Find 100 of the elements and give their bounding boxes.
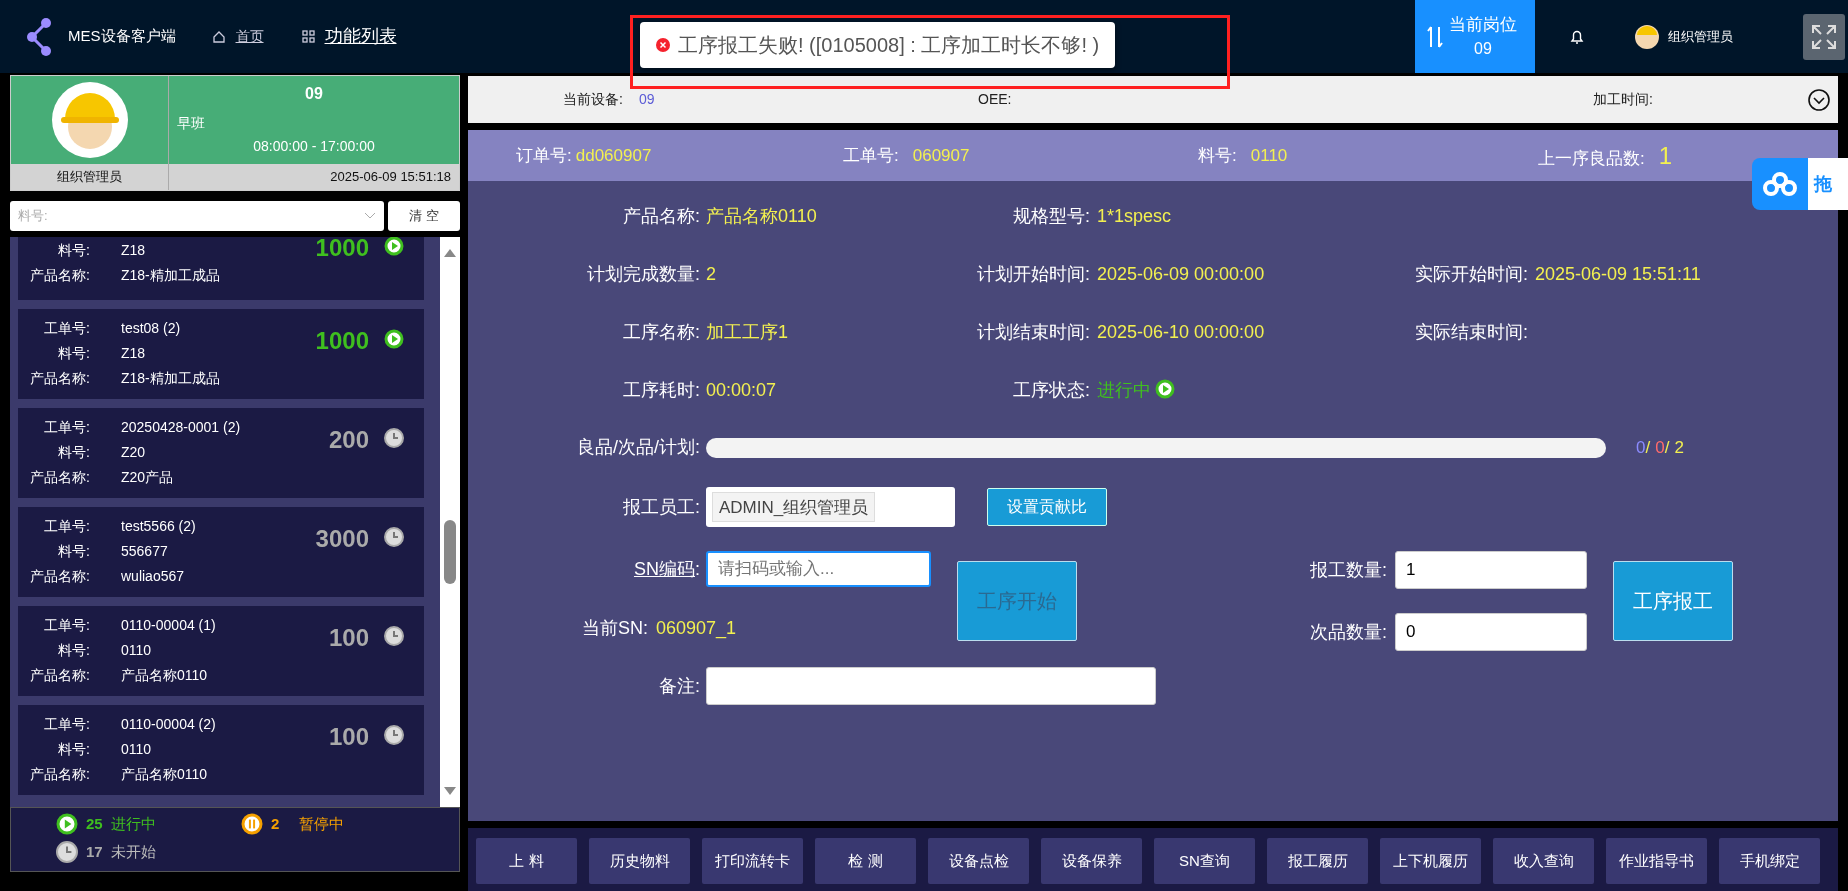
fullscreen-button[interactable] [1803,13,1845,60]
detail-value: 2 [706,264,716,284]
order-label: 料号: [1198,144,1237,167]
user-name[interactable]: 组织管理员 [1668,26,1733,47]
home-icon [211,29,226,44]
work-order-card[interactable]: 工单号: test08 (2) 料号: Z18 产品名称: Z18-精加工成品 1000 [18,309,424,399]
worker-select[interactable]: ADMIN_组织管理员 [706,487,955,527]
status-count: 17 [86,842,103,862]
drag-widget-button[interactable] [1752,158,1808,210]
order-value: 0110 [1250,144,1288,167]
field-label: 料号: [57,344,90,363]
qty-label: 次品数量: [1309,620,1387,644]
work-order-card[interactable]: 工单号: 0110-00004 (1) 料号: 0110 产品名称: 产品名称0110 100 [18,606,424,696]
field-value: 产品名称0110 [121,766,208,782]
order-value: 1 [1658,140,1673,171]
toolbar-button[interactable]: 检 测 [815,838,916,884]
order-value: dd060907 [575,144,652,167]
station-label: 当前岗位 [1449,13,1517,36]
field-value: Z20 [121,444,146,460]
colon-text: : [695,558,700,579]
detail-label: 规格型号: [1012,205,1090,228]
order-value: 060907 [912,144,970,167]
work-order-card[interactable]: 工单号: 20250428-0001 (2) 料号: Z20 产品名称: Z20产品 200 [18,408,424,498]
work-order-card[interactable]: 工单号: 0110-00004 (2) 料号: 0110 产品名称: 产品名称0110 100 [18,705,424,795]
nav-link[interactable]: 首页 [211,26,264,47]
scrollbar[interactable] [440,237,460,807]
work-order-card[interactable]: 料号: Z18 产品名称: Z18-精加工成品 1000 [18,237,424,300]
remark-input[interactable] [706,667,1156,705]
clock-icon [384,725,404,745]
toolbar-button[interactable]: 收入查询 [1493,838,1594,884]
toolbar-button[interactable]: 设备保养 [1041,838,1142,884]
status-count: 25 [86,814,103,834]
field-value: 0110-00004 (2) [121,716,216,732]
quantity: 100 [328,723,369,752]
field-value: test08 (2) [121,320,181,336]
field-label: 料号: [57,641,90,660]
device-value: 09 [638,90,655,109]
chevron-down-icon [364,212,376,220]
field-value: test5566 (2) [121,518,196,534]
quantity: 3000 [315,525,369,554]
toolbar-button[interactable]: 历史物料 [589,838,690,884]
chevron-circle-icon[interactable] [1808,88,1830,111]
toolbar-button[interactable]: 设备点检 [928,838,1029,884]
field-label: 产品名称: [29,468,90,487]
play-icon [1155,379,1175,399]
quantity: 1000 [315,237,369,263]
field-label: 工单号: [43,319,90,338]
status-count: 2 [271,814,280,834]
field-value: Z18-精加工成品 [121,267,220,283]
field-value: Z18 [121,242,146,258]
play-icon [384,237,404,256]
device-label: 加工时间: [1593,90,1653,109]
field-value: Z18-精加工成品 [121,370,220,386]
report-qty-input[interactable]: 1 [1395,551,1587,589]
detail-value: 2025-06-09 15:51:11 [1535,264,1701,284]
field-label: 工单号: [43,616,90,635]
detail-label: 计划开始时间: [976,263,1090,286]
defect-count: 0 [1655,436,1665,459]
sn-input[interactable]: 请扫码或输入... [706,551,931,587]
bell-icon[interactable] [1570,28,1584,45]
device-label: 当前设备: [563,90,623,109]
toolbar-button[interactable]: 作业指导书 [1606,838,1707,884]
field-label: 产品名称: [29,266,90,285]
detail-value: 进行中 [1097,380,1151,400]
work-order-card[interactable]: 工单号: test5566 (2) 料号: 556677 产品名称: wuliao567 3000 [18,507,424,597]
station-name: 09 [304,84,324,104]
detail-label: 实际开始时间: [1414,263,1528,286]
clock-icon [56,841,78,864]
station-value: 09 [1473,39,1493,60]
toolbar-button[interactable]: 手机绑定 [1719,838,1820,884]
field-label: 工单号: [43,517,90,536]
sn-label[interactable]: SN编码 [633,558,695,579]
current-sn-label: 当前SN: [581,617,648,640]
toolbar-button[interactable]: 上 料 [476,838,577,884]
field-value: 0110-00004 (1) [121,617,216,633]
detail-label: 工序名称: [622,321,700,344]
status-label: 暂停中 [299,814,345,834]
worker-tag[interactable]: ADMIN_组织管理员 [712,492,876,522]
clear-button[interactable]: 清 空 [388,201,460,231]
expand-icon [1811,23,1837,50]
toolbar-button[interactable]: 报工履历 [1267,838,1368,884]
toolbar-button[interactable]: SN查询 [1154,838,1255,884]
defect-qty-input[interactable]: 0 [1395,613,1587,651]
quantity: 100 [328,624,369,653]
field-value: Z18 [121,345,146,361]
field-label: 料号: [57,542,90,561]
play-icon [384,329,404,349]
detail-value: 2025-06-10 00:00:00 [1097,322,1265,342]
nav-link[interactable]: 功能列表 [301,23,397,50]
avatar-icon [1634,23,1660,50]
field-value: wuliao567 [121,568,185,584]
toast-message: 工序报工失败! ([0105008] : 工序加工时长不够! ) [678,33,1100,58]
share-icon [26,16,52,57]
order-label: 订单号: [516,144,572,167]
toolbar-button[interactable]: 上下机履历 [1380,838,1481,884]
order-label: 上一序良品数: [1538,147,1645,170]
current-sn-value: 060907_1 [656,617,737,641]
toolbar-button[interactable]: 打印流转卡 [702,838,803,884]
field-label: 产品名称: [29,369,90,388]
order-label: 工单号: [843,144,899,167]
